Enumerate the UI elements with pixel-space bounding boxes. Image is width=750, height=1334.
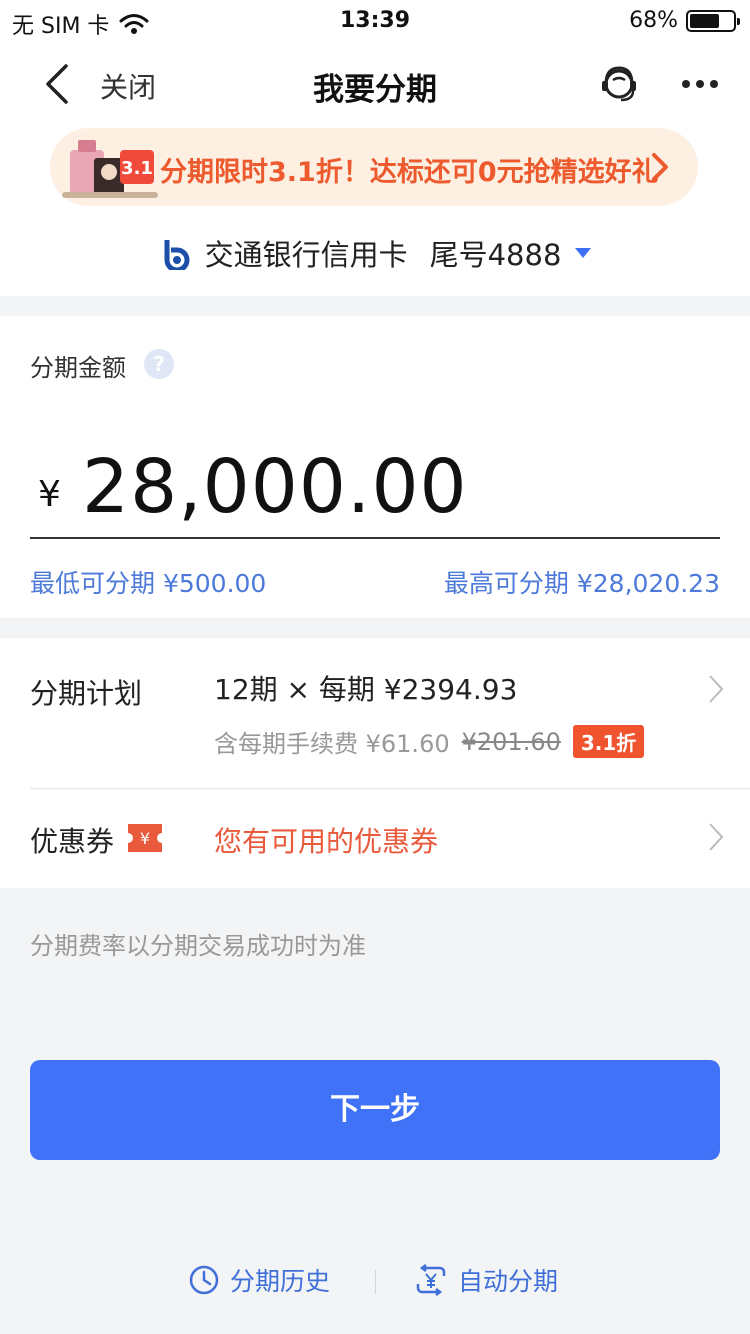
promo-badge-text: 3.1: [121, 158, 153, 179]
plan-summary[interactable]: 12期 × 每期 ¥2394.93: [214, 668, 517, 708]
amount-input[interactable]: 28,000.00: [82, 444, 468, 530]
plan-chevron-right-icon[interactable]: [708, 674, 724, 704]
battery-icon: [686, 9, 740, 32]
status-right: 68%: [629, 8, 740, 33]
bottom-links: 分期历史 自动分期: [0, 1262, 750, 1302]
promo-banner[interactable]: 3.1 分期限时3.1折！达标还可0元抢精选好礼: [50, 128, 698, 206]
installment-history-link[interactable]: 分期历史: [188, 1262, 330, 1298]
auto-installment-link[interactable]: 自动分期: [414, 1262, 558, 1298]
nav-bar: 关闭 我要分期: [0, 42, 750, 126]
amount-underline: [30, 537, 720, 539]
promo-chevron-right-icon: [652, 153, 668, 181]
link-separator: [375, 1270, 376, 1294]
bank-logo-icon: [164, 240, 190, 270]
coupon-symbol: ¥: [140, 829, 150, 848]
plan-fee-row: 含每期手续费 ¥61.60 ¥201.60 3.1折: [214, 724, 645, 759]
currency-sign: ¥: [38, 474, 61, 515]
help-icon[interactable]: ?: [144, 349, 174, 379]
plan-label: 分期计划: [30, 677, 143, 710]
battery-percent: 68%: [629, 8, 678, 33]
coupon-chevron-right-icon[interactable]: [708, 822, 724, 852]
max-amount-link[interactable]: 最高可分期 ¥28,020.23: [444, 564, 720, 600]
gift-illustration-icon: 3.1: [62, 140, 158, 198]
auto-label: 自动分期: [458, 1267, 559, 1296]
history-label: 分期历史: [230, 1267, 331, 1296]
battery-fill: [690, 13, 719, 28]
card-selector[interactable]: 交通银行信用卡 尾号4888: [0, 232, 750, 274]
more-options-icon[interactable]: [678, 62, 722, 106]
clock-icon: [189, 1265, 219, 1295]
status-bar: 无 SIM 卡 13:39 68%: [0, 0, 750, 42]
dropdown-triangle-icon: [575, 248, 592, 258]
discount-badge: 3.1折: [572, 725, 645, 758]
coupon-available-link[interactable]: 您有可用的优惠券: [214, 820, 438, 860]
bank-name: 交通银行信用卡: [204, 238, 408, 272]
fee-original: ¥201.60: [461, 727, 561, 756]
rate-note: 分期费率以分期交易成功时为准: [30, 932, 366, 960]
fee-per-period: 含每期手续费 ¥61.60: [214, 730, 450, 758]
plan-section: 分期计划 12期 × 每期 ¥2394.93 含每期手续费 ¥61.60 ¥20…: [0, 638, 750, 888]
card-tail-number: 尾号4888: [429, 238, 562, 272]
next-step-button[interactable]: 下一步: [30, 1060, 720, 1160]
amount-section: 分期金额 ? ¥ 28,000.00 最低可分期 ¥500.00 最高可分期 ¥…: [0, 316, 750, 618]
coupon-ticket-icon: ¥: [128, 824, 162, 852]
coupon-label: 优惠券: [30, 825, 115, 858]
auto-installment-icon: [416, 1264, 446, 1296]
divider: [30, 788, 750, 789]
customer-service-icon[interactable]: [597, 62, 641, 106]
min-amount-link[interactable]: 最低可分期 ¥500.00: [30, 564, 266, 600]
top-card: 3.1 分期限时3.1折！达标还可0元抢精选好礼 交通银行信用卡 尾号4888: [0, 126, 750, 296]
promo-text: 分期限时3.1折！达标还可0元抢精选好礼: [160, 157, 659, 188]
amount-label: 分期金额: [30, 354, 126, 382]
